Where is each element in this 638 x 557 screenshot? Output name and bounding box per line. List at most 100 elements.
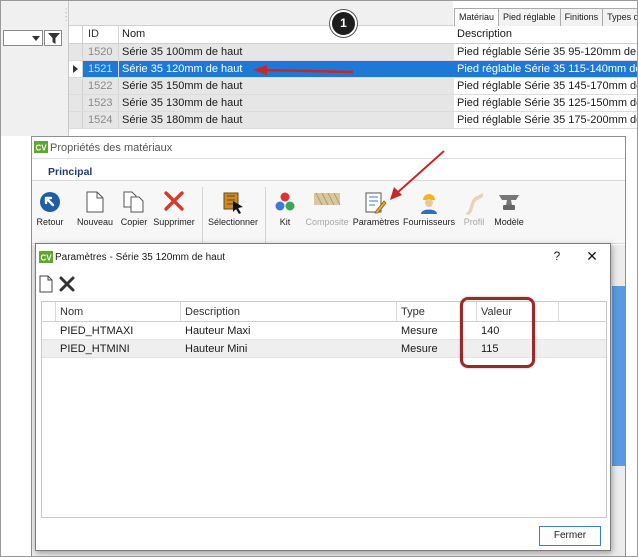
retour-button[interactable]: Retour [34, 181, 66, 227]
cell-id: 1523 [83, 95, 119, 111]
filter-combo[interactable] [3, 30, 43, 46]
cell-nom[interactable]: PIED_HTMAXI [56, 322, 181, 339]
fermer-button[interactable]: Fermer [539, 526, 601, 546]
window-title: Propriétés des matériaux [50, 142, 173, 154]
column-header-filler [559, 302, 606, 321]
row-indicator [69, 61, 83, 77]
nouveau-button[interactable]: Nouveau [74, 181, 116, 227]
column-header-nom[interactable]: Nom [56, 302, 181, 321]
nouveau-label: Nouveau [76, 217, 114, 227]
dialog-titlebar: CV Paramètres - Série 35 120mm de haut ?… [36, 244, 610, 270]
step-badge: 1 [330, 10, 357, 37]
tab-types[interactable]: Types d [602, 8, 637, 26]
valeur-highlight-box [460, 297, 535, 368]
table-row[interactable]: 1522 Série 35 150mm de haut [69, 78, 454, 95]
modele-label: Modèle [494, 217, 524, 227]
tab-principal[interactable]: Principal [48, 166, 92, 178]
copier-button[interactable]: Copier [118, 181, 150, 227]
app-logo-icon: CV [39, 251, 53, 263]
anvil-icon [499, 195, 519, 210]
profil-button[interactable]: Profil [460, 181, 488, 227]
grid-header: ID Nom [69, 26, 454, 44]
funnel-icon [48, 33, 60, 44]
row-indicator-header [42, 302, 56, 321]
table-row-selected[interactable]: 1521 Série 35 120mm de haut [69, 61, 454, 78]
grid-top-bar [69, 1, 453, 26]
chevron-down-icon [32, 36, 40, 41]
materials-grid: ID Nom 1520 Série 35 100mm de haut 1521 … [69, 26, 454, 129]
row-indicator [42, 322, 56, 339]
cell-nom: Série 35 120mm de haut [122, 63, 243, 75]
description-cell[interactable]: Pied réglable Série 35 145-170mm de [454, 78, 637, 95]
close-icon[interactable]: ✕ [584, 248, 600, 265]
copy-icon [123, 191, 144, 213]
column-header-description[interactable]: Description [454, 26, 637, 44]
dialog-toolbar [36, 270, 610, 298]
cell-filler [559, 322, 606, 339]
detail-tabs: Matériau Pied réglable Finitions Types d [454, 8, 637, 27]
description-cell-selected[interactable]: Pied réglable Série 35 115-140mm de [454, 61, 637, 78]
delete-parameter-icon[interactable] [58, 275, 76, 293]
screenshot-frame: ::: ID Nom 1520 Série 35 100mm de haut 1… [0, 0, 638, 557]
row-indicator [69, 112, 83, 128]
row-indicator [42, 340, 56, 357]
new-parameter-icon[interactable] [39, 275, 53, 293]
cell-nom: Série 35 100mm de haut [122, 46, 243, 58]
back-arrow-icon [40, 192, 60, 212]
row-indicator-header [69, 26, 83, 43]
current-row-arrow-icon [73, 65, 78, 73]
ribbon-separator [265, 187, 266, 243]
parameters-dialog: CV Paramètres - Série 35 120mm de haut ?… [35, 243, 611, 551]
cell-description[interactable]: Hauteur Maxi [181, 322, 397, 339]
dialog-title: Paramètres - Série 35 120mm de haut [55, 252, 226, 263]
properties-titlebar: CV Propriétés des matériaux [32, 137, 625, 159]
composite-icon [314, 192, 341, 206]
tab-pied-reglable[interactable]: Pied réglable [498, 8, 561, 26]
cell-nom: Série 35 180mm de haut [122, 114, 243, 126]
description-column: Description Pied réglable Série 35 95-12… [454, 26, 637, 129]
row-indicator [69, 95, 83, 111]
cell-id: 1521 [83, 61, 119, 77]
cell-filler [559, 340, 606, 357]
supprimer-button[interactable]: Supprimer [151, 181, 197, 227]
kit-label: Kit [279, 217, 291, 227]
side-scroll-strip[interactable] [612, 286, 625, 466]
parametres-label: Paramètres [352, 217, 400, 227]
fournisseurs-label: Fournisseurs [402, 217, 456, 227]
table-row[interactable]: 1523 Série 35 130mm de haut [69, 95, 454, 112]
description-cell[interactable]: Pied réglable Série 35 175-200mm de [454, 112, 637, 129]
column-header-description[interactable]: Description [181, 302, 397, 321]
composite-label: Composite [305, 217, 349, 227]
new-document-icon [86, 191, 104, 213]
composite-button[interactable]: Composite [303, 181, 351, 227]
table-row[interactable]: 1524 Série 35 180mm de haut [69, 112, 454, 129]
kit-icon [275, 192, 295, 211]
kit-button[interactable]: Kit [270, 181, 300, 227]
tab-finitions[interactable]: Finitions [559, 8, 604, 26]
column-header-id[interactable]: ID [83, 26, 119, 43]
cell-nom[interactable]: PIED_HTMINI [56, 340, 181, 357]
modele-button[interactable]: Modèle [490, 181, 528, 227]
retour-label: Retour [36, 217, 64, 227]
parametres-button[interactable]: Paramètres [352, 181, 400, 227]
table-row[interactable]: 1520 Série 35 100mm de haut [69, 44, 454, 61]
tab-materiau[interactable]: Matériau [454, 8, 500, 27]
ribbon-toolbar: Retour Nouveau Copier Supprimer Sélectio… [32, 180, 625, 244]
ribbon-tab-strip: Principal [32, 159, 625, 182]
svg-text:CV: CV [36, 144, 48, 153]
description-cell[interactable]: Pied réglable Série 35 95-120mm de h [454, 44, 637, 61]
column-header-nom[interactable]: Nom [119, 26, 454, 43]
selectionner-label: Sélectionner [207, 217, 259, 227]
fournisseurs-button[interactable]: Fournisseurs [401, 181, 457, 227]
help-button[interactable]: ? [549, 249, 565, 263]
profil-label: Profil [463, 217, 485, 227]
description-cell[interactable]: Pied réglable Série 35 125-150mm de [454, 95, 637, 112]
ribbon-separator [202, 187, 203, 243]
selectionner-button[interactable]: Sélectionner [205, 181, 261, 227]
app-logo-icon: CV [34, 141, 48, 153]
splitter-grip[interactable]: ::: [65, 7, 67, 23]
supprimer-label: Supprimer [153, 217, 195, 227]
cell-description[interactable]: Hauteur Mini [181, 340, 397, 357]
copier-label: Copier [120, 217, 148, 227]
filter-button[interactable] [44, 30, 62, 46]
